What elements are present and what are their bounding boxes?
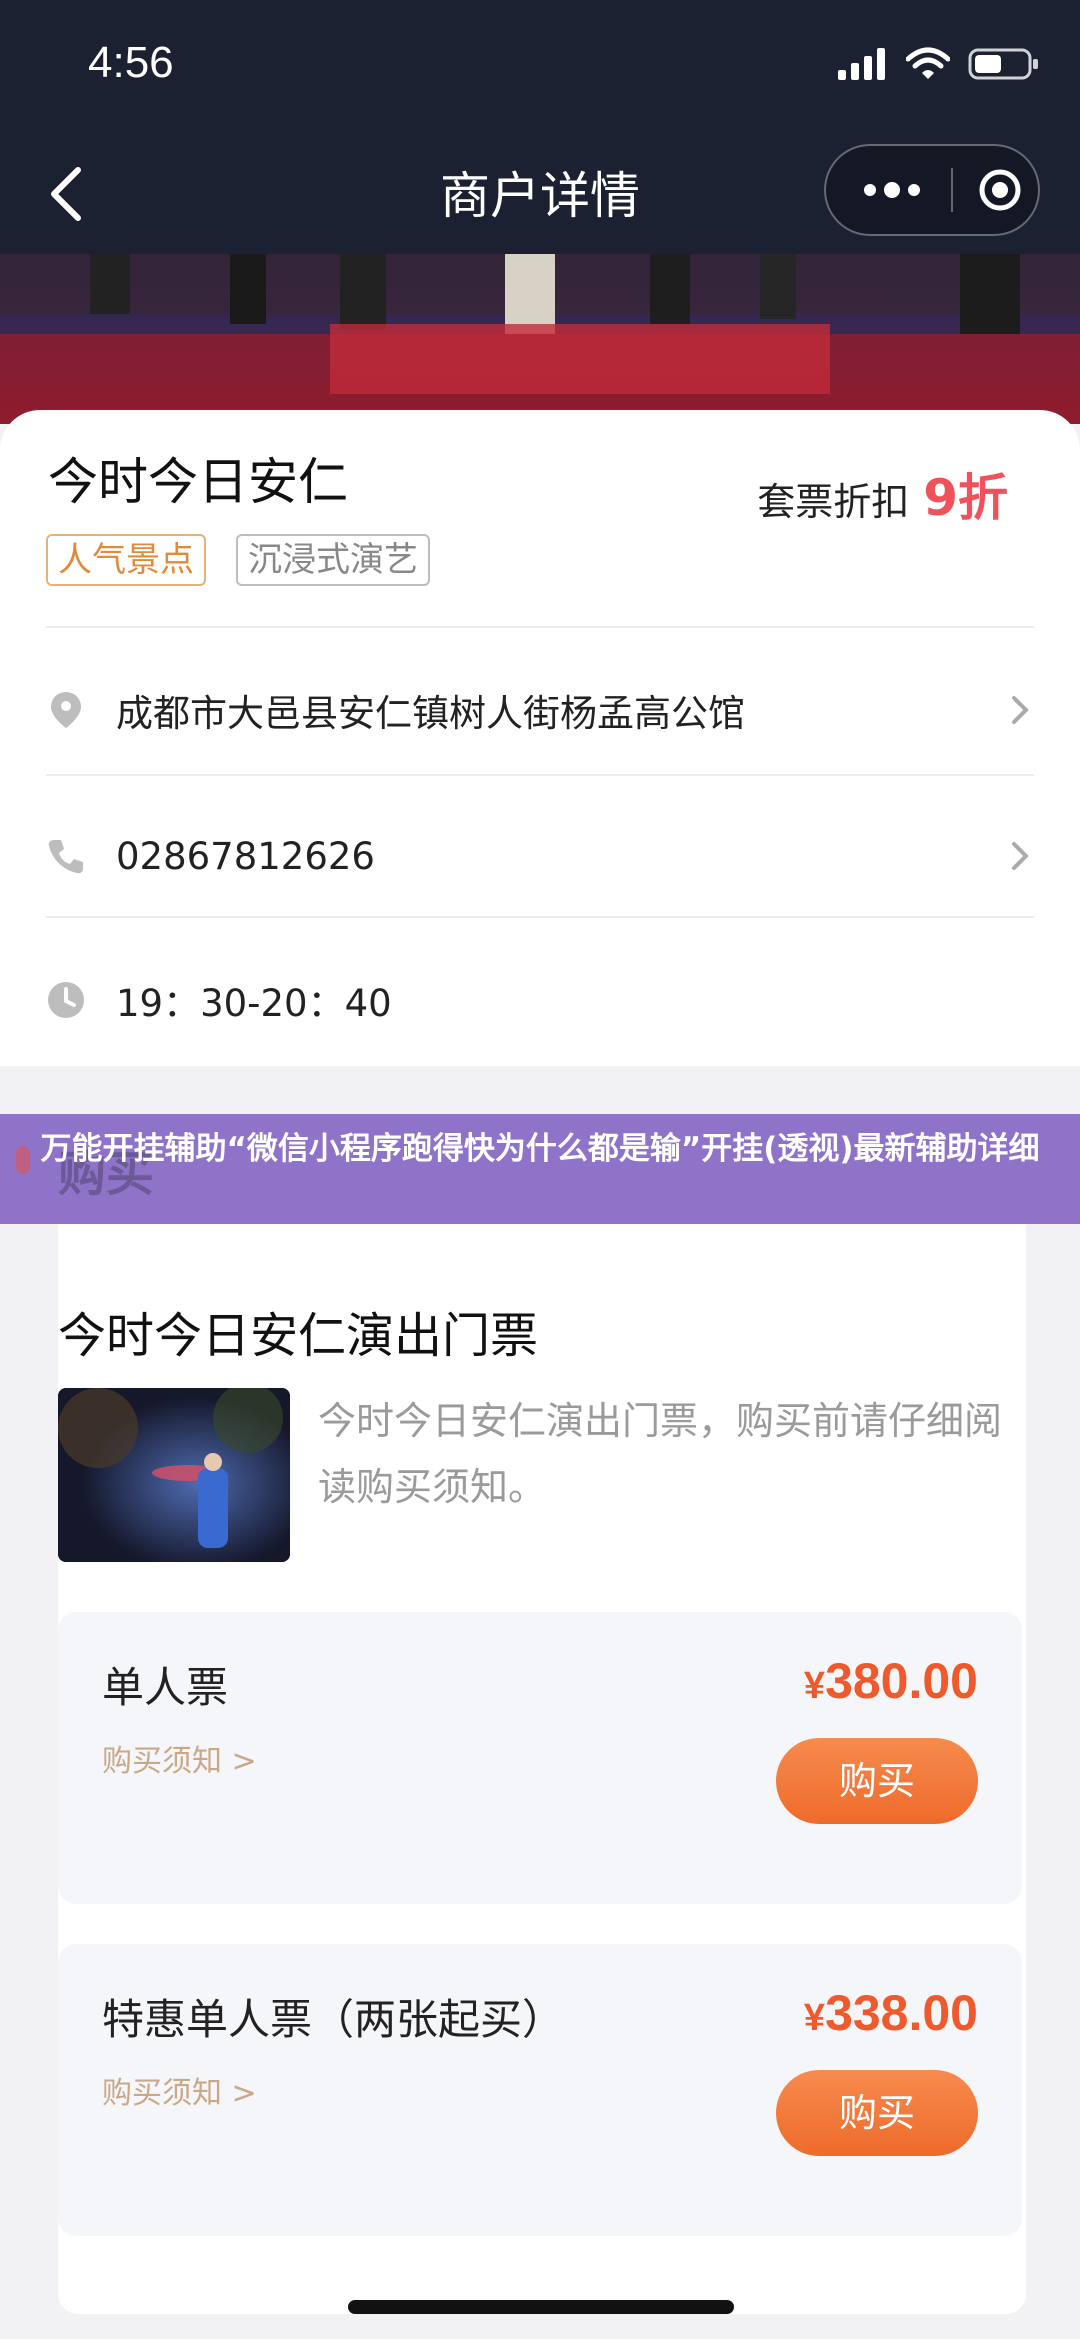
chevron-right-icon [1012, 842, 1029, 870]
home-indicator [348, 2300, 734, 2314]
purchase-notice-link[interactable]: 购买须知 > [102, 2068, 257, 2112]
buy-button[interactable]: 购买 [776, 2070, 978, 2156]
chevron-right-icon [1012, 696, 1029, 724]
section-gap [0, 1066, 1080, 1120]
tag-popular: 人气景点 [46, 534, 206, 586]
purchase-notice-link[interactable]: 购买须知 > [102, 1736, 257, 1780]
divider [46, 916, 1034, 918]
phone-icon [48, 840, 83, 874]
tickets-title: 今时今日安仁演出门票 [58, 1308, 539, 1364]
target-close-icon[interactable] [978, 168, 1022, 212]
signal-icon [838, 48, 885, 80]
ticket-name: 特惠单人票（两张起买） [102, 1995, 565, 2044]
hero-image [0, 254, 1080, 424]
clock-icon [48, 982, 84, 1018]
divider [46, 774, 1034, 776]
price-value: 338.00 [825, 1985, 978, 2041]
location-pin-icon [51, 692, 81, 728]
system-icons [838, 44, 1040, 84]
address-row[interactable]: 成都市大邑县安仁镇树人街杨孟高公馆 [46, 662, 1034, 758]
ticket-price: ¥338.00 [804, 1984, 978, 2042]
ticket-name: 单人票 [102, 1663, 229, 1712]
nav-bar: 商户详情 [0, 130, 1080, 254]
price-value: 380.00 [825, 1653, 978, 1709]
divider [46, 626, 1034, 628]
phone-row[interactable]: 02867812626 [46, 808, 1034, 904]
status-time: 4:56 [88, 38, 174, 87]
battery-icon [968, 48, 1038, 80]
currency-symbol: ¥ [803, 1665, 826, 1707]
tag-immersive: 沉浸式演艺 [236, 534, 430, 586]
hours-row: 19：30-20：40 [46, 952, 1034, 1048]
status-bar: 4:56 [0, 0, 1080, 130]
banner-dot [16, 1146, 30, 1174]
tickets-description: 今时今日安仁演出门票，购买前请仔细阅读购买须知。 [318, 1399, 1003, 1509]
mini-program-capsule [824, 144, 1040, 236]
more-dots-icon[interactable] [862, 176, 922, 204]
ticket-price: ¥380.00 [804, 1652, 978, 1710]
currency-symbol: ¥ [803, 1997, 826, 2039]
address-text: 成都市大邑县安仁镇树人街杨孟高公馆 [116, 692, 745, 735]
merchant-tags: 人气景点 沉浸式演艺 [46, 534, 430, 586]
wifi-icon [906, 47, 950, 79]
overlay-banner: 购买 万能开挂辅助“微信小程序跑得快为什么都是输”开挂(透视)最新辅助详细 [0, 1114, 1080, 1224]
phone-text: 02867812626 [116, 834, 375, 878]
discount-label: 套票折扣 [757, 480, 910, 524]
banner-text: 万能开挂辅助“微信小程序跑得快为什么都是输”开挂(透视)最新辅助详细 [40, 1131, 1040, 1167]
ticket-thumbnail[interactable] [58, 1388, 290, 1562]
ticket-item: 单人票 购买须知 > ¥380.00 购买 [58, 1612, 1022, 1904]
merchant-name: 今时今日安仁 [48, 453, 348, 511]
capsule-divider [951, 168, 953, 212]
discount-value: 9折 [923, 469, 1008, 527]
discount-info: 套票折扣 9折 [757, 458, 1008, 530]
hours-text: 19：30-20：40 [116, 982, 392, 1025]
ticket-item: 特惠单人票（两张起买） 购买须知 > ¥338.00 购买 [58, 1944, 1022, 2236]
buy-button[interactable]: 购买 [776, 1738, 978, 1824]
tickets-card: 今时今日安仁演出门票 今时今日安仁演出门票，购买前请仔细阅读购买须知。 单人票 … [58, 1224, 1026, 2314]
merchant-card: 今时今日安仁 套票折扣 9折 人气景点 沉浸式演艺 成都市大邑县安仁镇树人街杨孟高… [0, 410, 1080, 1070]
